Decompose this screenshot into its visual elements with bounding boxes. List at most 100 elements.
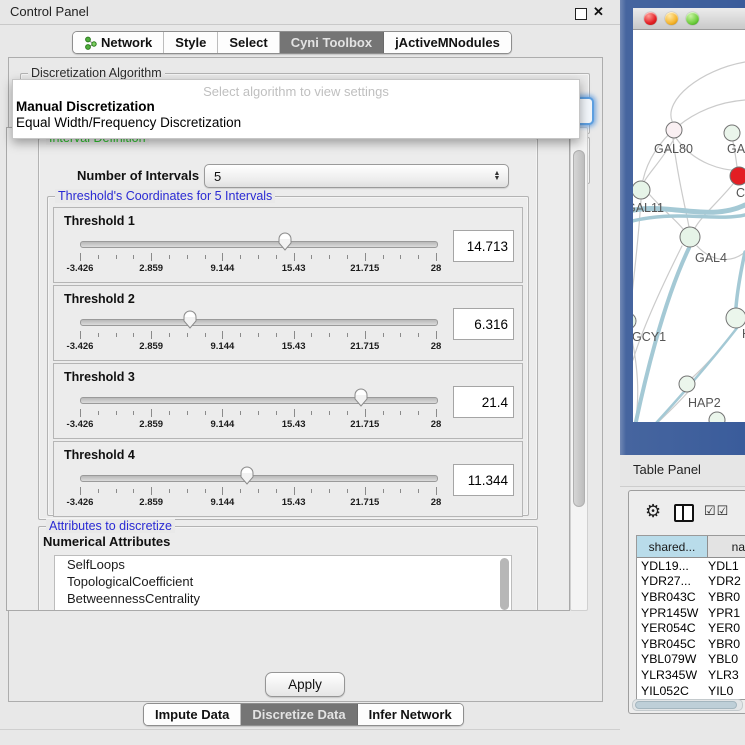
slider-tick — [347, 333, 348, 337]
slider-tick — [98, 333, 99, 337]
horizontal-scrollbar[interactable] — [632, 699, 743, 711]
apply-button[interactable]: Apply — [265, 672, 345, 697]
cell-shared-name[interactable]: YIL052C — [637, 684, 708, 698]
network-edge — [633, 215, 745, 224]
num-intervals-combo[interactable]: 5 ▲▼ — [204, 164, 509, 188]
slider-track[interactable] — [80, 397, 438, 404]
cell-name[interactable]: YBR0 — [708, 590, 745, 604]
table-row[interactable]: YDL19...YDL1 — [637, 558, 745, 574]
table-row[interactable]: YDR27...YDR2 — [637, 574, 745, 590]
tab-label: jActiveMNodules — [395, 35, 500, 50]
slider-thumb[interactable] — [277, 232, 293, 251]
slider-tick — [116, 255, 117, 259]
tab-network[interactable]: Network — [73, 32, 164, 53]
table-row[interactable]: YPR145WYPR1 — [637, 605, 745, 621]
column-header-name[interactable]: na — [708, 536, 745, 557]
network-canvas[interactable]: GAL80GACGAL11GAL4GCY1HHAP2 — [633, 30, 745, 422]
table-row[interactable]: YBR045CYBR0 — [637, 636, 745, 652]
slider-tick — [205, 255, 206, 259]
slider-thumb[interactable] — [353, 388, 369, 407]
tab-select[interactable]: Select — [218, 32, 279, 53]
network-node[interactable] — [709, 412, 725, 422]
checkbox-icons[interactable]: ☑☑ — [704, 503, 729, 519]
stepper-icon: ▲▼ — [489, 171, 508, 181]
network-node[interactable] — [666, 122, 682, 138]
slider-tick — [169, 489, 170, 493]
dropdown-item-equal-width[interactable]: Equal Width/Frequency Discretization — [13, 115, 579, 131]
slider-tick — [258, 255, 259, 259]
column-view-icon[interactable] — [674, 504, 694, 522]
table-row[interactable]: YLR345WYLR3 — [637, 667, 745, 683]
slider-tick — [276, 411, 277, 415]
table-panel-title: Table Panel — [633, 462, 701, 477]
float-window-icon[interactable] — [575, 8, 587, 20]
tab-cyni-toolbox[interactable]: Cyni Toolbox — [280, 32, 384, 53]
minimize-traffic-light-icon[interactable] — [665, 12, 678, 25]
network-node[interactable] — [724, 125, 740, 141]
dropdown-item-manual[interactable]: Manual Discretization — [13, 99, 579, 115]
table-row[interactable]: YIL052CYIL0 — [637, 683, 745, 699]
attribute-list-item[interactable]: TopologicalCoefficient — [55, 573, 511, 590]
vertical-scrollbar[interactable] — [570, 127, 588, 611]
network-node[interactable] — [633, 181, 650, 199]
vertical-scrollbar-thumb[interactable] — [573, 150, 585, 507]
threshold-value-field[interactable]: 21.4 — [453, 386, 514, 418]
threshold-label: Threshold 4 — [64, 448, 135, 462]
gear-icon[interactable]: ⚙ — [645, 501, 661, 522]
list-scrollbar[interactable] — [500, 558, 509, 610]
cell-shared-name[interactable]: YPR145W — [637, 606, 708, 620]
cell-name[interactable]: YBL0 — [708, 652, 745, 666]
threshold-value-field[interactable]: 6.316 — [453, 308, 514, 340]
threshold-value-field[interactable]: 11.344 — [453, 464, 514, 496]
table-row[interactable]: YBR043CYBR0 — [637, 589, 745, 605]
network-node[interactable] — [680, 227, 700, 247]
table-row[interactable]: YBL079WYBL0 — [637, 652, 745, 668]
numerical-attributes-list[interactable]: SelfLoopsTopologicalCoefficientBetweenne… — [54, 555, 512, 611]
cell-name[interactable]: YIL0 — [708, 684, 745, 698]
tab-style[interactable]: Style — [164, 32, 218, 53]
slider-tick — [400, 489, 401, 493]
network-node[interactable] — [633, 313, 636, 329]
slider-tick-label: 9.144 — [211, 341, 235, 352]
column-header-shared-name[interactable]: shared... — [637, 536, 708, 557]
slider-thumb[interactable] — [239, 466, 255, 485]
cell-shared-name[interactable]: YLR345W — [637, 668, 708, 682]
horizontal-scrollbar-thumb[interactable] — [635, 701, 737, 709]
attribute-list-item[interactable]: BetweennessCentrality — [55, 590, 511, 607]
tab-infer-network[interactable]: Infer Network — [358, 704, 463, 725]
cell-name[interactable]: YER0 — [708, 621, 745, 635]
attributes-group: Attributes to discretize Numerical Attri… — [38, 526, 538, 611]
table-row[interactable]: YER054CYER0 — [637, 620, 745, 636]
slider-tick — [418, 333, 419, 337]
zoom-traffic-light-icon[interactable] — [686, 12, 699, 25]
threshold-value-field[interactable]: 14.713 — [453, 230, 514, 262]
cell-name[interactable]: YLR3 — [708, 668, 745, 682]
cell-name[interactable]: YBR0 — [708, 637, 745, 651]
cell-name[interactable]: YDL1 — [708, 559, 745, 573]
cell-shared-name[interactable]: YBR045C — [637, 637, 708, 651]
tab-discretize-data[interactable]: Discretize Data — [241, 704, 357, 725]
slider-tick — [151, 409, 152, 417]
slider-track[interactable] — [80, 475, 438, 482]
cell-shared-name[interactable]: YER054C — [637, 621, 708, 635]
attribute-list-item[interactable]: SelfLoops — [55, 556, 511, 573]
node-table[interactable]: shared... na YDL19...YDL1YDR27...YDR2YBR… — [636, 535, 745, 700]
cell-name[interactable]: YPR1 — [708, 606, 745, 620]
slider-tick — [116, 333, 117, 337]
tab-jactivemnodules[interactable]: jActiveMNodules — [384, 32, 511, 53]
close-icon[interactable]: ✕ — [593, 4, 604, 20]
slider-tick — [258, 489, 259, 493]
cell-name[interactable]: YDR2 — [708, 574, 745, 588]
tab-impute-data[interactable]: Impute Data — [144, 704, 241, 725]
network-node[interactable] — [730, 167, 745, 185]
slider-track[interactable] — [80, 319, 438, 326]
slider-track[interactable] — [80, 241, 438, 248]
network-node[interactable] — [679, 376, 695, 392]
cell-shared-name[interactable]: YBR043C — [637, 590, 708, 604]
cell-shared-name[interactable]: YBL079W — [637, 652, 708, 666]
slider-thumb[interactable] — [182, 310, 198, 329]
network-node[interactable] — [726, 308, 745, 328]
close-traffic-light-icon[interactable] — [644, 12, 657, 25]
cell-shared-name[interactable]: YDL19... — [637, 559, 708, 573]
cell-shared-name[interactable]: YDR27... — [637, 574, 708, 588]
